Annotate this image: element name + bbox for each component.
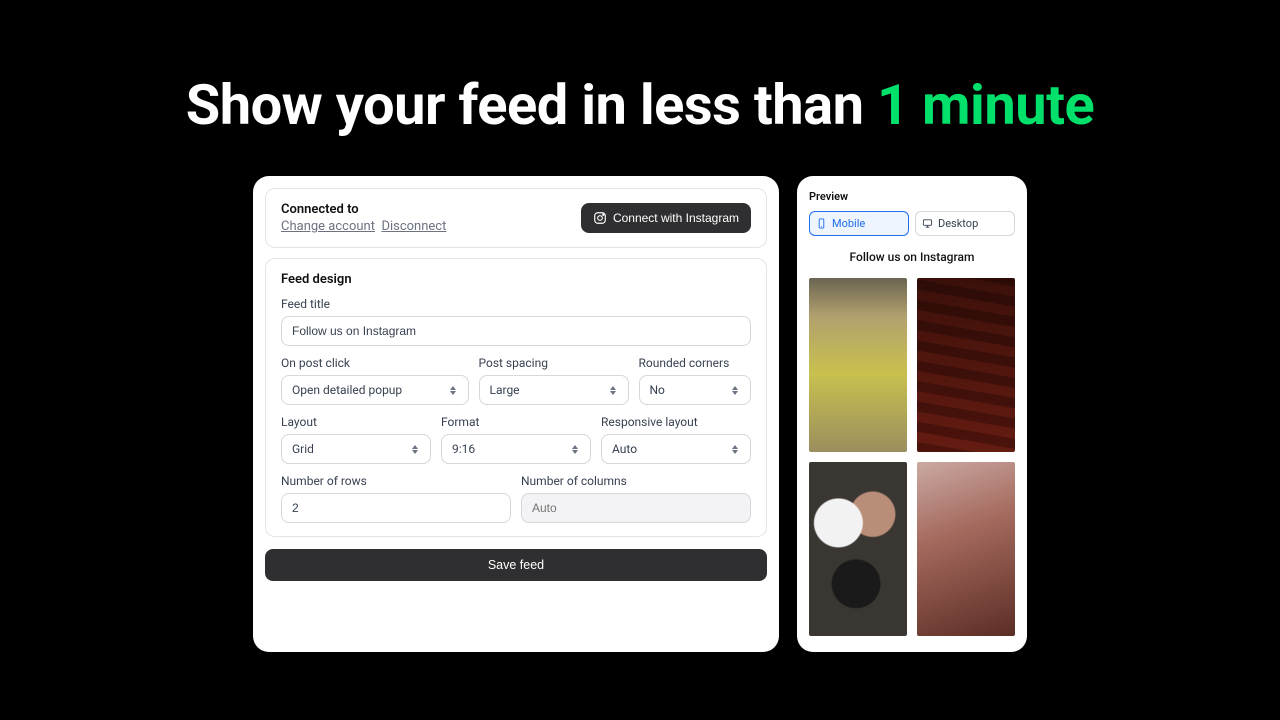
number-of-columns-input[interactable] bbox=[521, 493, 751, 523]
feed-design-heading: Feed design bbox=[281, 272, 751, 287]
preview-grid bbox=[809, 278, 1015, 636]
desktop-tab[interactable]: Desktop bbox=[915, 211, 1015, 236]
preview-card: Preview Mobile Desktop Follow us on Inst… bbox=[797, 176, 1027, 652]
preview-heading: Preview bbox=[809, 190, 1015, 203]
feed-title-label: Feed title bbox=[281, 297, 751, 311]
chevron-updown-icon bbox=[570, 445, 580, 454]
chevron-updown-icon bbox=[730, 386, 740, 395]
save-feed-button[interactable]: Save feed bbox=[265, 549, 767, 581]
format-value: 9:16 bbox=[452, 442, 475, 456]
on-post-click-label: On post click bbox=[281, 356, 469, 370]
format-select[interactable]: 9:16 bbox=[441, 434, 591, 464]
responsive-layout-select[interactable]: Auto bbox=[601, 434, 751, 464]
responsive-layout-label: Responsive layout bbox=[601, 415, 751, 429]
chevron-updown-icon bbox=[410, 445, 420, 454]
chevron-updown-icon bbox=[730, 445, 740, 454]
preview-feed-title: Follow us on Instagram bbox=[809, 250, 1015, 264]
connect-instagram-button[interactable]: Connect with Instagram bbox=[581, 203, 751, 233]
layout-label: Layout bbox=[281, 415, 431, 429]
hero-accent: 1 minute bbox=[877, 72, 1094, 138]
post-spacing-label: Post spacing bbox=[479, 356, 629, 370]
feed-title-input[interactable] bbox=[281, 316, 751, 346]
layout-select[interactable]: Grid bbox=[281, 434, 431, 464]
preview-post-4[interactable] bbox=[917, 462, 1015, 636]
rounded-corners-label: Rounded corners bbox=[639, 356, 752, 370]
connect-button-label: Connect with Instagram bbox=[613, 211, 739, 225]
number-of-columns-label: Number of columns bbox=[521, 474, 751, 488]
mobile-icon bbox=[816, 218, 827, 229]
post-spacing-select[interactable]: Large bbox=[479, 375, 629, 405]
number-of-rows-input[interactable] bbox=[281, 493, 511, 523]
rounded-corners-value: No bbox=[650, 383, 665, 397]
chevron-updown-icon bbox=[448, 386, 458, 395]
rounded-corners-select[interactable]: No bbox=[639, 375, 752, 405]
connection-panel: Connected to Change account Disconnect C… bbox=[265, 188, 767, 248]
hero-text: Show your feed in less than bbox=[186, 72, 877, 138]
on-post-click-value: Open detailed popup bbox=[292, 383, 402, 397]
format-label: Format bbox=[441, 415, 591, 429]
change-account-link[interactable]: Change account bbox=[281, 219, 375, 234]
chevron-updown-icon bbox=[608, 386, 618, 395]
disconnect-link[interactable]: Disconnect bbox=[381, 219, 446, 234]
connected-to-label: Connected to bbox=[281, 202, 446, 217]
instagram-icon bbox=[593, 211, 607, 225]
layout-value: Grid bbox=[292, 442, 314, 456]
preview-post-2[interactable] bbox=[917, 278, 1015, 452]
responsive-layout-value: Auto bbox=[612, 442, 637, 456]
preview-post-3[interactable] bbox=[809, 462, 907, 636]
number-of-rows-label: Number of rows bbox=[281, 474, 511, 488]
desktop-tab-label: Desktop bbox=[938, 217, 978, 230]
device-segmented-control: Mobile Desktop bbox=[809, 211, 1015, 236]
hero-headline: Show your feed in less than 1 minute bbox=[0, 0, 1280, 138]
post-spacing-value: Large bbox=[490, 383, 520, 397]
desktop-icon bbox=[922, 218, 933, 229]
on-post-click-select[interactable]: Open detailed popup bbox=[281, 375, 469, 405]
feed-design-panel: Feed design Feed title On post click Ope… bbox=[265, 258, 767, 537]
preview-post-1[interactable] bbox=[809, 278, 907, 452]
settings-card: Connected to Change account Disconnect C… bbox=[253, 176, 779, 652]
mobile-tab[interactable]: Mobile bbox=[809, 211, 909, 236]
mobile-tab-label: Mobile bbox=[832, 217, 865, 230]
